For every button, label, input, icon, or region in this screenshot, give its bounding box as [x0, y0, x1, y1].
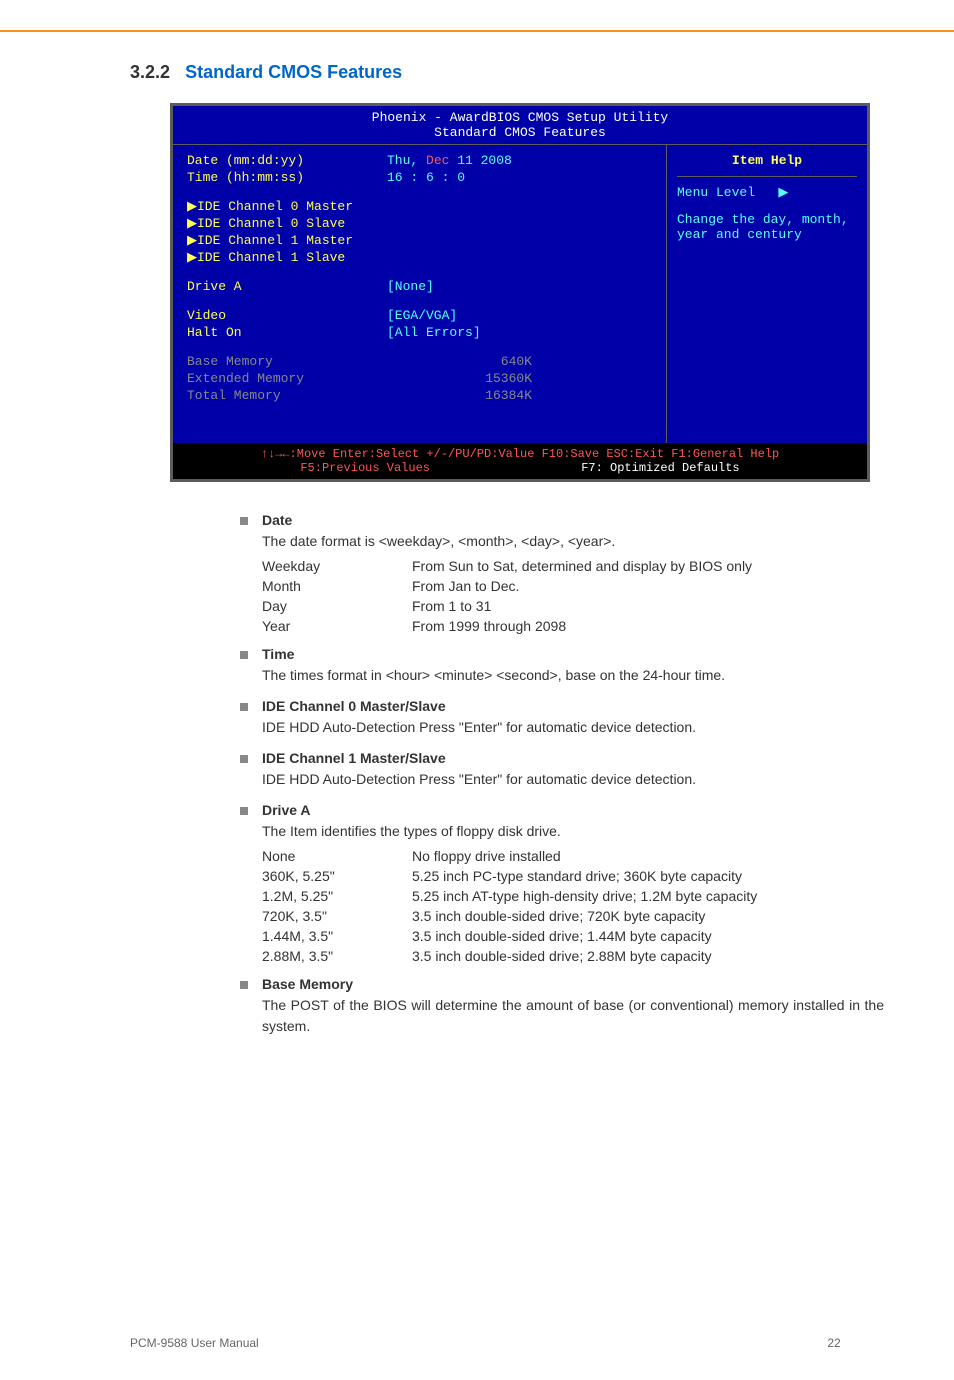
- section-heading: 3.2.2 Standard CMOS Features: [130, 62, 884, 83]
- kv-row: NoneNo floppy drive installed: [262, 848, 884, 864]
- bios-screenshot: Phoenix - AwardBIOS CMOS Setup Utility S…: [170, 103, 870, 482]
- kv-row: YearFrom 1999 through 2098: [262, 618, 884, 634]
- time-label: Time (hh:mm:ss): [187, 170, 387, 185]
- extmem-label: Extended Memory: [187, 371, 387, 386]
- kv-key: Month: [262, 578, 412, 594]
- basemem-value: 640K: [387, 354, 652, 369]
- ide1-master: ▶ IDE Channel 1 Master: [187, 233, 652, 248]
- item-1: Time The times format in <hour> <minute> …: [240, 646, 884, 686]
- bios-help-pane: Item Help Menu Level ▶ Change the day, m…: [667, 144, 867, 443]
- drivea-label: Drive A: [187, 279, 387, 294]
- kv-key: 360K, 5.25": [262, 868, 412, 884]
- footer-line2: F5:Previous Values F7: Optimized Default…: [183, 461, 857, 475]
- bullet-icon: [240, 807, 248, 815]
- kv-row: WeekdayFrom Sun to Sat, determined and d…: [262, 558, 884, 574]
- item-title: Date: [262, 512, 292, 528]
- item-help-title: Item Help: [677, 153, 857, 168]
- kv-row: 2.88M, 3.5"3.5 inch double-sided drive; …: [262, 948, 884, 964]
- kv-val: From Sun to Sat, determined and display …: [412, 558, 884, 574]
- item-4: Drive A The Item identifies the types of …: [240, 802, 884, 964]
- kv-val: No floppy drive installed: [412, 848, 884, 864]
- kv-row: 360K, 5.25"5.25 inch PC-type standard dr…: [262, 868, 884, 884]
- date-label: Date (mm:dd:yy): [187, 153, 387, 168]
- kv-row: DayFrom 1 to 31: [262, 598, 884, 614]
- item-title: IDE Channel 1 Master/Slave: [262, 750, 446, 766]
- item-3: IDE Channel 1 Master/Slave IDE HDD Auto-D…: [240, 750, 884, 790]
- item-text: The times format in <hour> <minute> <sec…: [262, 665, 884, 686]
- ide0-master: ▶ IDE Channel 0 Master: [187, 199, 652, 214]
- kv-table: NoneNo floppy drive installed360K, 5.25"…: [262, 848, 884, 964]
- video-value: [EGA/VGA]: [387, 308, 652, 323]
- kv-key: Year: [262, 618, 412, 634]
- item-title: IDE Channel 0 Master/Slave: [262, 698, 446, 714]
- video-label: Video: [187, 308, 387, 323]
- section-number: 3.2.2: [130, 62, 170, 82]
- item-text: The Item identifies the types of floppy …: [262, 821, 884, 842]
- bullet-icon: [240, 651, 248, 659]
- item-5: Base Memory The POST of the BIOS will det…: [240, 976, 884, 1037]
- extmem-value: 15360K: [387, 371, 652, 386]
- kv-val: 3.5 inch double-sided drive; 1.44M byte …: [412, 928, 884, 944]
- page-footer: PCM-9588 User Manual 22: [130, 1336, 884, 1350]
- item-0: Date The date format is <weekday>, <month…: [240, 512, 884, 634]
- help-text: Change the day, month, year and century: [677, 212, 857, 242]
- bios-header: Phoenix - AwardBIOS CMOS Setup Utility S…: [173, 106, 867, 144]
- item-text: The date format is <weekday>, <month>, <…: [262, 531, 884, 552]
- kv-val: From Jan to Dec.: [412, 578, 884, 594]
- bullet-icon: [240, 981, 248, 989]
- halton-label: Halt On: [187, 325, 387, 340]
- bullet-icon: [240, 703, 248, 711]
- date-value: Thu, Dec 11 2008: [387, 153, 652, 168]
- kv-row: 1.2M, 5.25"5.25 inch AT-type high-densit…: [262, 888, 884, 904]
- item-text: The POST of the BIOS will determine the …: [262, 995, 884, 1037]
- kv-key: None: [262, 848, 412, 864]
- ide1-slave: ▶ IDE Channel 1 Slave: [187, 250, 652, 265]
- totmem-label: Total Memory: [187, 388, 387, 403]
- bios-header-line1: Phoenix - AwardBIOS CMOS Setup Utility: [173, 110, 867, 125]
- kv-key: Day: [262, 598, 412, 614]
- bullet-icon: [240, 517, 248, 525]
- bios-footer: ↑↓→←:Move Enter:Select +/-/PU/PD:Value F…: [173, 443, 867, 479]
- basemem-label: Base Memory: [187, 354, 387, 369]
- item-text: IDE HDD Auto-Detection Press "Enter" for…: [262, 717, 884, 738]
- footer-left: PCM-9588 User Manual: [130, 1336, 784, 1350]
- item-title: Time: [262, 646, 294, 662]
- footer-page-number: 22: [784, 1336, 884, 1350]
- item-title: Drive A: [262, 802, 311, 818]
- kv-val: 3.5 inch double-sided drive; 2.88M byte …: [412, 948, 884, 964]
- drivea-value: [None]: [387, 279, 652, 294]
- item-text: IDE HDD Auto-Detection Press "Enter" for…: [262, 769, 884, 790]
- kv-val: 3.5 inch double-sided drive; 720K byte c…: [412, 908, 884, 924]
- totmem-value: 16384K: [387, 388, 652, 403]
- time-value: 16 : 6 : 0: [387, 170, 652, 185]
- menu-level: Menu Level ▶: [677, 185, 857, 200]
- ide0-slave: ▶ IDE Channel 0 Slave: [187, 216, 652, 231]
- bios-left-pane: Date (mm:dd:yy) Thu, Dec 11 2008 Time (h…: [173, 144, 667, 443]
- kv-val: 5.25 inch PC-type standard drive; 360K b…: [412, 868, 884, 884]
- kv-row: 720K, 3.5"3.5 inch double-sided drive; 7…: [262, 908, 884, 924]
- kv-row: MonthFrom Jan to Dec.: [262, 578, 884, 594]
- bios-header-line2: Standard CMOS Features: [173, 125, 867, 140]
- kv-key: 2.88M, 3.5": [262, 948, 412, 964]
- kv-key: 1.44M, 3.5": [262, 928, 412, 944]
- kv-row: 1.44M, 3.5"3.5 inch double-sided drive; …: [262, 928, 884, 944]
- kv-val: From 1999 through 2098: [412, 618, 884, 634]
- kv-key: 1.2M, 5.25": [262, 888, 412, 904]
- halton-value: [All Errors]: [387, 325, 652, 340]
- kv-val: From 1 to 31: [412, 598, 884, 614]
- item-2: IDE Channel 0 Master/Slave IDE HDD Auto-D…: [240, 698, 884, 738]
- footer-line1: ↑↓→←:Move Enter:Select +/-/PU/PD:Value F…: [183, 447, 857, 461]
- kv-val: 5.25 inch AT-type high-density drive; 1.…: [412, 888, 884, 904]
- kv-key: 720K, 3.5": [262, 908, 412, 924]
- kv-table: WeekdayFrom Sun to Sat, determined and d…: [262, 558, 884, 634]
- arrow-icon: ▶: [778, 185, 788, 200]
- kv-key: Weekday: [262, 558, 412, 574]
- item-title: Base Memory: [262, 976, 353, 992]
- bullet-icon: [240, 755, 248, 763]
- section-title: Standard CMOS Features: [185, 62, 402, 82]
